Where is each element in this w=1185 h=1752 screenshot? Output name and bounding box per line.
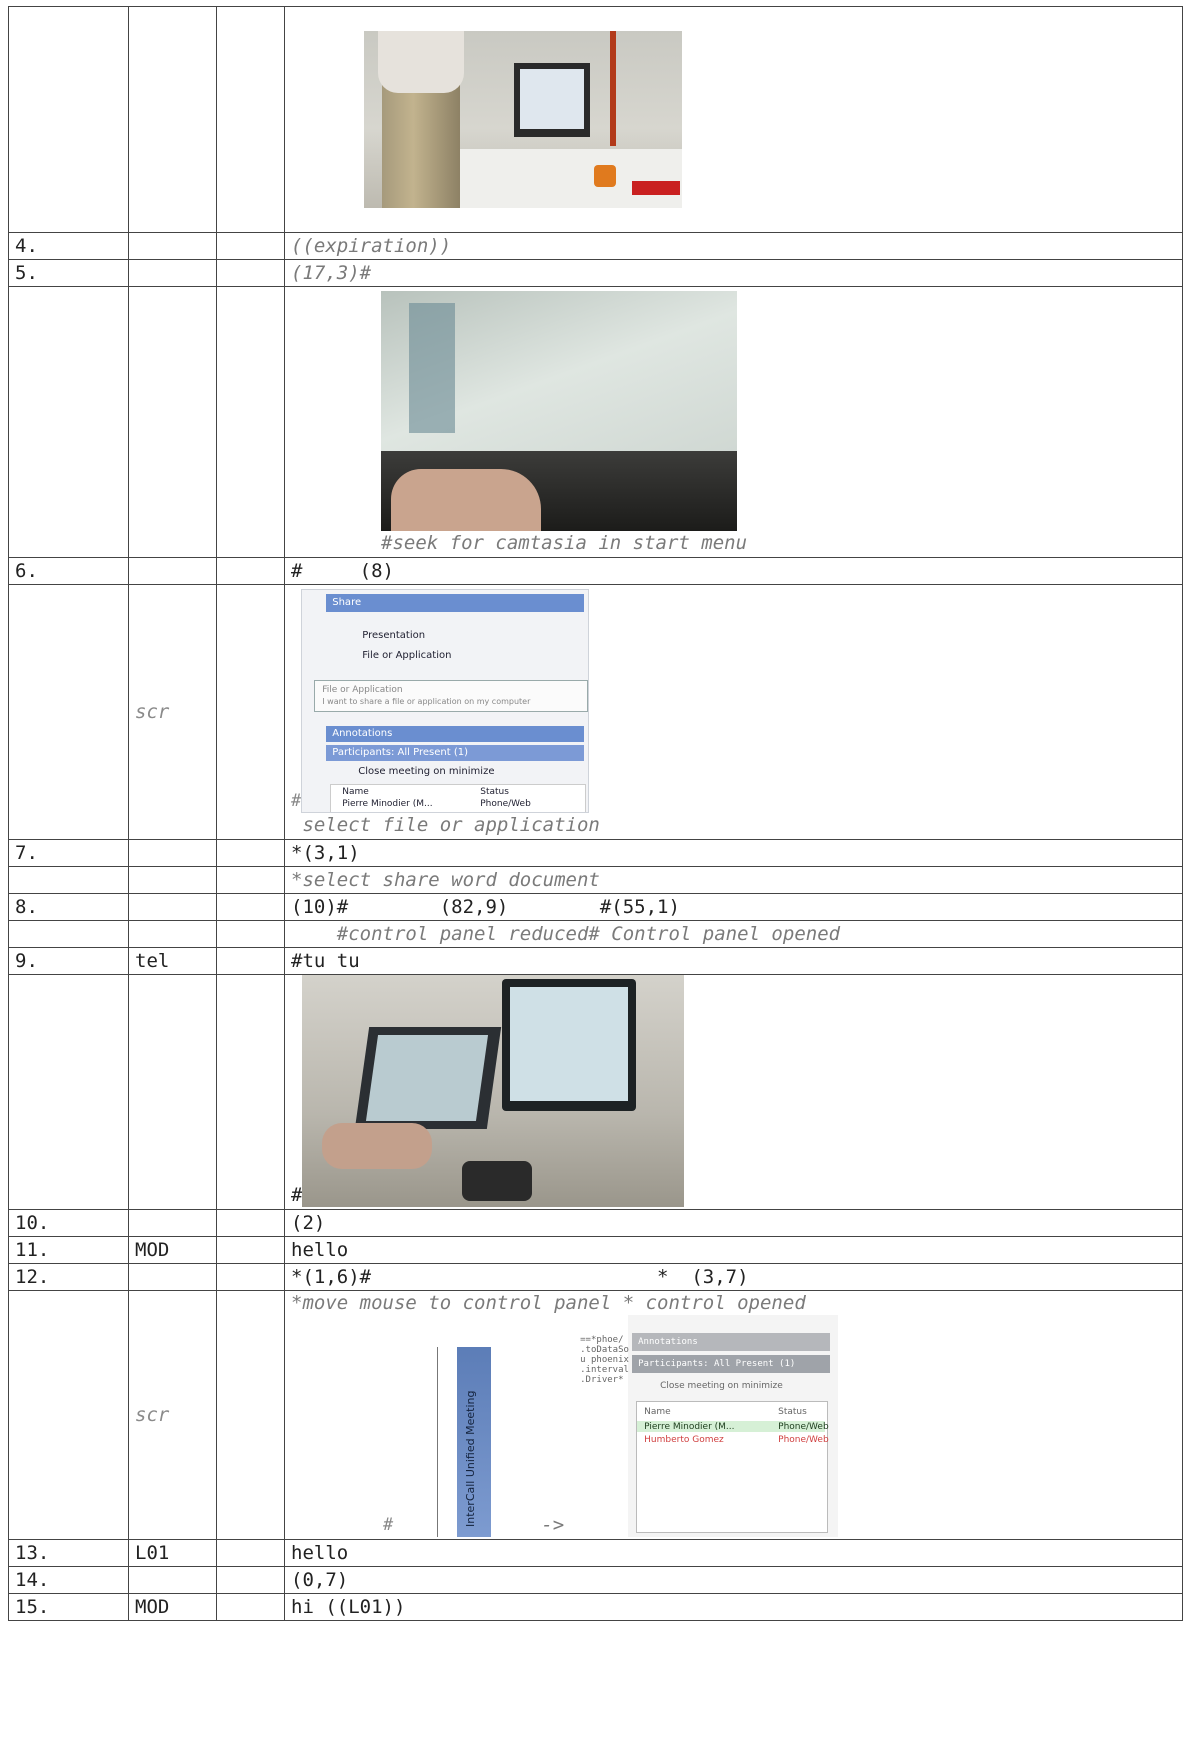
annotation-text: #control panel reduced# Control panel op… xyxy=(284,920,1183,948)
table-row: # xyxy=(8,6,1183,233)
line-number: 11. xyxy=(8,1236,129,1264)
video-frame-laptop xyxy=(381,291,737,531)
content-cell: # xyxy=(284,6,1183,233)
table-row: 12. *(1,6)# * (3,7) xyxy=(8,1263,1183,1291)
screenshot-share-panel: Share Presentation File or Application F… xyxy=(301,589,590,813)
table-row: scr *move mouse to control panel * contr… xyxy=(8,1290,1183,1540)
arrow-icon: -> xyxy=(541,1514,565,1536)
transcript-text: ((expiration)) xyxy=(284,232,1183,260)
table-row: # xyxy=(8,974,1183,1210)
screenshot-control-panel: ==*phoe/ .toDataSo u phoenix .interval .… xyxy=(578,1315,839,1537)
hash-marker: # xyxy=(383,1515,394,1535)
content-cell: # Share Presentation File or Application… xyxy=(284,584,1183,840)
table-row: #control panel reduced# Control panel op… xyxy=(8,920,1183,948)
table-row: #seek for camtasia in start menu xyxy=(8,286,1183,558)
line-number: 12. xyxy=(8,1263,129,1291)
transcript-text: (2) xyxy=(284,1209,1183,1237)
transcript-text: hi ((L01)) xyxy=(284,1593,1183,1621)
table-row: 5. (17,3)# xyxy=(8,259,1183,287)
line-number: 14. xyxy=(8,1566,129,1594)
annotation-text: *select share word document xyxy=(284,866,1183,894)
line-number: 5. xyxy=(8,259,129,287)
line-number-cell xyxy=(8,6,129,233)
content-cell: #seek for camtasia in start menu xyxy=(284,286,1183,558)
transcript-text: (0,7) xyxy=(284,1566,1183,1594)
hash-marker: # xyxy=(291,1184,303,1206)
table-row: 13. L01 hello xyxy=(8,1539,1183,1567)
line-number: 9. xyxy=(8,947,129,975)
table-row: 6. # (8) xyxy=(8,557,1183,585)
transcript-text: *(1,6)# * (3,7) xyxy=(284,1263,1183,1291)
line-number: 8. xyxy=(8,893,129,921)
speaker: L01 xyxy=(128,1539,217,1567)
transcript-text: (17,3)# xyxy=(284,259,1183,287)
transcript-text: (10)# (82,9) #(55,1) xyxy=(284,893,1183,921)
transcript-text: # (8) xyxy=(284,557,1183,585)
line-number: 6. xyxy=(8,557,129,585)
speaker: scr xyxy=(128,1290,217,1540)
line-number: 4. xyxy=(8,232,129,260)
line-number: 13. xyxy=(8,1539,129,1567)
table-row: 9. tel #tu tu xyxy=(8,947,1183,975)
speaker: MOD xyxy=(128,1236,217,1264)
table-row: 14. (0,7) xyxy=(8,1566,1183,1594)
content-cell: *move mouse to control panel * control o… xyxy=(284,1290,1183,1540)
video-frame-desk xyxy=(302,975,685,1207)
table-row: 4. ((expiration)) xyxy=(8,232,1183,260)
speaker: scr xyxy=(128,584,217,840)
line-number: 7. xyxy=(8,839,129,867)
speaker: tel xyxy=(128,947,217,975)
table-row: 8. (10)# (82,9) #(55,1) xyxy=(8,893,1183,921)
transcript-text: hello xyxy=(284,1236,1183,1264)
video-frame-office xyxy=(363,31,682,208)
speaker: MOD xyxy=(128,1593,217,1621)
line-number: 10. xyxy=(8,1209,129,1237)
annotation-text: *move mouse to control panel * control o… xyxy=(291,1292,806,1314)
image-caption: select file or application xyxy=(291,814,600,836)
screenshot-minimized-bar: InterCall Unified Meeting xyxy=(433,1347,526,1537)
empty-cell xyxy=(216,6,285,233)
table-row: 7. *(3,1) xyxy=(8,839,1183,867)
table-row: 15. MOD hi ((L01)) xyxy=(8,1593,1183,1621)
hash-marker: # xyxy=(291,791,302,811)
transcript-text: *(3,1) xyxy=(284,839,1183,867)
transcript-table: # 4. ((expiration)) 5. (17,3)# #seek for… xyxy=(8,6,1183,1621)
table-row: *select share word document xyxy=(8,866,1183,894)
image-caption: #seek for camtasia in start menu xyxy=(381,532,748,554)
table-row: scr # Share Presentation File or Applica… xyxy=(8,584,1183,840)
table-row: 10. (2) xyxy=(8,1209,1183,1237)
transcript-text: #tu tu xyxy=(284,947,1183,975)
line-number: 15. xyxy=(8,1593,129,1621)
transcript-text: hello xyxy=(284,1539,1183,1567)
speaker-cell xyxy=(128,6,217,233)
content-cell: # xyxy=(284,974,1183,1210)
table-row: 11. MOD hello xyxy=(8,1236,1183,1264)
